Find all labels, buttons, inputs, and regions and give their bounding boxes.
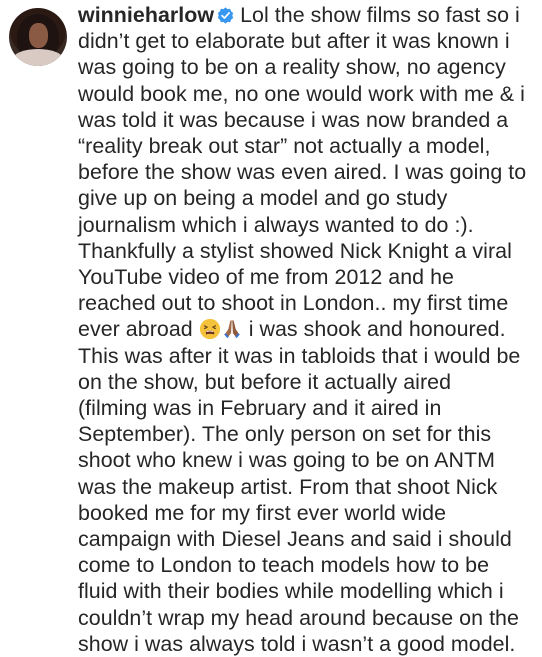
- comment-line: campaign with Diesel Jeans and said i sh…: [78, 527, 512, 552]
- comment-line: YouTube video of me from 2012 and he: [78, 265, 454, 290]
- avatar-shoulder: [13, 49, 63, 66]
- folded-hands-emoji: [223, 320, 240, 339]
- comment-line: September). The only person on set for t…: [78, 422, 492, 447]
- comment-line: was going to be on a reality show, no ag…: [78, 55, 506, 80]
- emoji-line-suffix: i was shook and honoured.: [242, 317, 506, 342]
- tired-face-emoji: [199, 319, 220, 340]
- comment-line: Thankfully a stylist showed Nick Knight …: [78, 238, 512, 263]
- avatar[interactable]: [9, 8, 67, 66]
- comment-line: This was after it was in tabloids that i…: [78, 343, 521, 368]
- comment-line: before the show was even aired. I was go…: [78, 160, 527, 185]
- comment-line: come to London to teach models how to be: [78, 553, 490, 578]
- comment-line: was told it was because i was now brande…: [78, 107, 509, 132]
- comment-line: reached out to shoot in London.. my firs…: [78, 291, 509, 316]
- username-link[interactable]: winnieharlow: [78, 3, 214, 27]
- verified-badge-icon: [217, 7, 234, 24]
- comment-line: would book me, no one would work with me…: [78, 81, 525, 106]
- avatar-face: [29, 23, 48, 48]
- comment-line: (filming was in February and it aired in: [78, 396, 442, 421]
- comment-text: winnieharlow Lol the show films so fast …: [78, 2, 536, 657]
- comment-first-line: winnieharlow Lol the show films so fast …: [78, 2, 536, 28]
- comment-line: didn’t get to elaborate but after it was…: [78, 29, 510, 54]
- comment-emoji-line: ever abroad i was shook and honoured.: [78, 316, 536, 342]
- comment-line: give up on being a model and go study: [78, 186, 448, 211]
- comment-line: shoot who knew i was going to be on ANTM: [78, 448, 495, 473]
- comment-line: journalism which i always wanted to do :…: [78, 212, 474, 237]
- comment-line: booked me for my first ever world wide: [78, 500, 447, 525]
- comment-line: was the makeup artist. From that shoot N…: [78, 474, 498, 499]
- comment-line: “reality break out star” not actually a …: [78, 134, 491, 159]
- comment-line: fluid with their bodies while modelling …: [78, 579, 504, 604]
- comment-line: couldn’t wrap my head around because on …: [78, 605, 519, 630]
- comment: winnieharlow Lol the show films so fast …: [0, 0, 542, 656]
- comment-first-line-text: Lol the show films so fast so i: [234, 3, 520, 27]
- comment-line: on the show, but before it actually aire…: [78, 369, 452, 394]
- emoji-line-prefix: ever abroad: [78, 317, 199, 342]
- comment-line: show i was always told i wasn’t a good m…: [78, 631, 516, 656]
